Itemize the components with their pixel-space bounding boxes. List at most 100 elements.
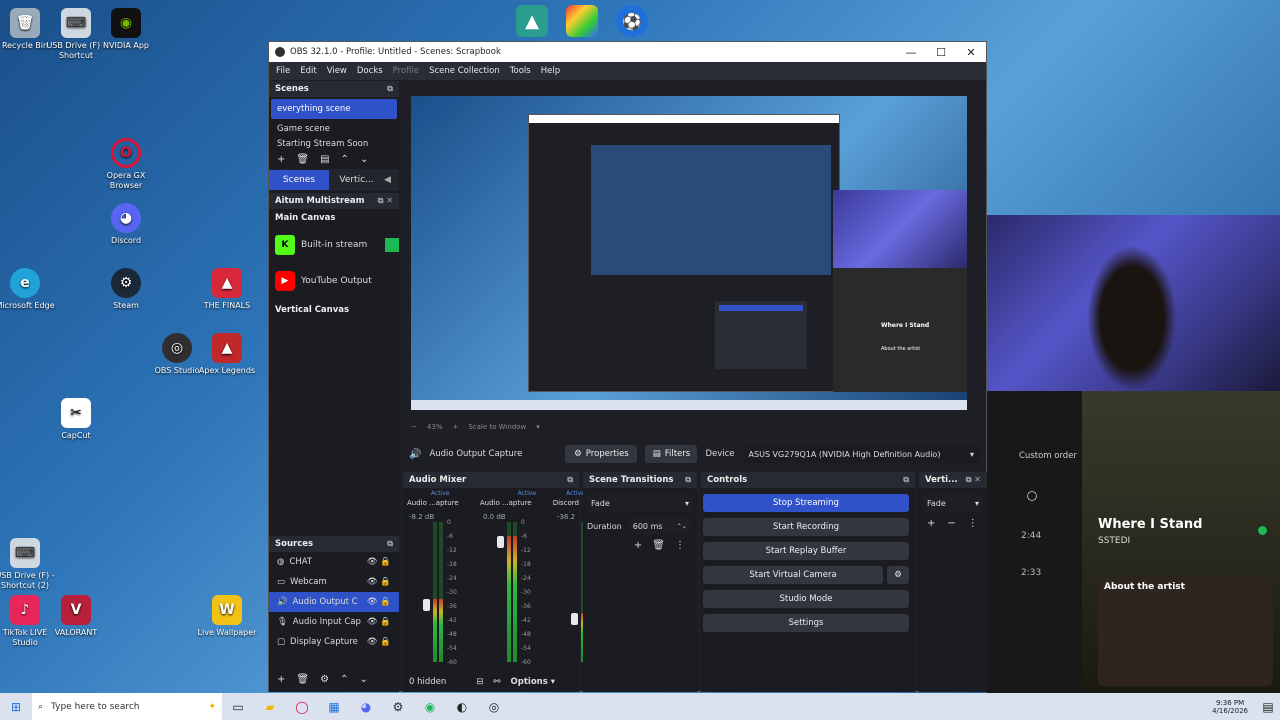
scene-item[interactable]: everything scene: [271, 99, 397, 119]
source-settings-icon[interactable]: ⚙: [320, 674, 329, 685]
custom-order-label[interactable]: Custom order: [1019, 451, 1077, 461]
dock-close-icon[interactable]: ⧉ ✕: [966, 475, 981, 485]
visibility-eye-icon[interactable]: 👁 🔒: [367, 557, 391, 567]
menu-tools[interactable]: Tools: [505, 66, 536, 76]
properties-button[interactable]: ⚙ Properties: [565, 445, 638, 463]
scene-item[interactable]: Game scene: [271, 119, 397, 139]
github-icon[interactable]: ◐: [446, 693, 478, 720]
dock-float-icon[interactable]: ⧉: [387, 539, 393, 549]
desktop-icon-the-finals[interactable]: ▲ THE FINALS: [196, 268, 258, 311]
desktop-icon-capcut[interactable]: ✂ CapCut: [45, 398, 107, 441]
menu-docks[interactable]: Docks: [352, 66, 388, 76]
remove-scene-icon[interactable]: 🗑: [296, 154, 309, 165]
source-item[interactable]: 🎙 Audio Input Cap 👁 🔒: [269, 612, 399, 632]
app-shortcut-icon[interactable]: ▲: [516, 5, 548, 37]
start-recording-button[interactable]: Start Recording: [703, 518, 909, 536]
stream-toggle[interactable]: [385, 238, 399, 252]
zoom-out-icon[interactable]: −: [411, 423, 417, 431]
spotify-taskbar-icon[interactable]: ◉: [414, 693, 446, 720]
mixer-layout-icon[interactable]: ⊟: [476, 677, 483, 687]
close-button[interactable]: ✕: [956, 46, 986, 59]
studio-mode-button[interactable]: Studio Mode: [703, 590, 909, 608]
taskbar-search[interactable]: ⌕ Type here to search ✦: [32, 693, 222, 720]
add-source-icon[interactable]: +: [277, 674, 285, 685]
output-youtube[interactable]: ▶ YouTube Output: [269, 263, 399, 299]
desktop-icon-usb-drive-2[interactable]: ⌨ USB Drive (F) - Shortcut (2): [0, 538, 56, 591]
desktop-icon-discord[interactable]: ◕ Discord: [95, 203, 157, 246]
song-title[interactable]: Where I Stand: [1098, 517, 1202, 532]
visibility-eye-icon[interactable]: 👁 🔒: [367, 637, 391, 647]
steam-taskbar-icon[interactable]: ⚙: [382, 693, 414, 720]
visibility-eye-icon[interactable]: 👁 🔒: [367, 597, 391, 607]
notification-icon[interactable]: ▤: [1256, 693, 1280, 720]
options-button[interactable]: Options ▾: [511, 677, 555, 687]
tab-scroll-left-icon[interactable]: ◀: [384, 175, 391, 185]
menu-help[interactable]: Help: [536, 66, 565, 76]
artist-name[interactable]: SSTEDI: [1098, 536, 1130, 546]
clock[interactable]: 9:36 PM 4/16/2026: [1212, 699, 1248, 715]
dock-float-icon[interactable]: ⧉: [685, 475, 691, 485]
minimize-button[interactable]: —: [896, 46, 926, 59]
volume-fader[interactable]: [423, 599, 430, 611]
scale-mode[interactable]: Scale to Window: [468, 423, 526, 431]
desktop-icon-valorant[interactable]: V VALORANT: [45, 595, 107, 638]
volume-fader[interactable]: [571, 613, 578, 625]
menu-scene-collection[interactable]: Scene Collection: [424, 66, 505, 76]
menu-view[interactable]: View: [322, 66, 352, 76]
start-replay-buffer-button[interactable]: Start Replay Buffer: [703, 542, 909, 560]
add-scene-icon[interactable]: +: [277, 154, 285, 165]
desktop-icon-opera-gx[interactable]: O Opera GX Browser: [95, 138, 157, 191]
discord-taskbar-icon[interactable]: ◕: [350, 693, 382, 720]
desktop-icon-live-wallpaper[interactable]: W Live Wallpaper: [196, 595, 258, 638]
dock-close-icon[interactable]: ⧉ ✕: [378, 196, 393, 206]
file-explorer-icon[interactable]: ▰: [254, 693, 286, 720]
vertical-transition-select[interactable]: Fade ▾: [923, 494, 983, 512]
virtual-camera-settings-icon[interactable]: ⚙: [887, 566, 909, 584]
visibility-eye-icon[interactable]: 👁 🔒: [367, 617, 391, 627]
add-transition-icon[interactable]: +: [634, 540, 642, 551]
filters-button[interactable]: ▤ Filters: [645, 445, 698, 463]
desktop-icon-steam[interactable]: ⚙ Steam: [95, 268, 157, 311]
scene-filter-icon[interactable]: ▤: [320, 154, 329, 165]
stop-streaming-button[interactable]: Stop Streaming: [703, 494, 909, 512]
tab-scenes[interactable]: Scenes: [269, 170, 329, 190]
visibility-eye-icon[interactable]: 👁 🔒: [367, 577, 391, 587]
move-up-icon[interactable]: ⌃: [341, 154, 349, 165]
task-view-icon[interactable]: ▭: [222, 693, 254, 720]
maximize-button[interactable]: ☐: [926, 46, 956, 59]
duration-input[interactable]: 600 ms ⌃⌄: [629, 518, 690, 534]
move-down-icon[interactable]: ⌄: [359, 674, 367, 685]
output-built-in-stream[interactable]: K Built-in stream: [269, 227, 399, 263]
more-options-icon[interactable]: ⋮: [675, 540, 685, 551]
device-select[interactable]: ASUS VG279Q1A (NVIDIA High Definition Au…: [742, 445, 980, 463]
desktop-icon-apex[interactable]: ▲ Apex Legends: [196, 333, 258, 376]
desktop-icon-edge[interactable]: e Microsoft Edge: [0, 268, 56, 311]
source-item[interactable]: ◍ CHAT 👁 🔒: [269, 552, 399, 572]
source-item[interactable]: ▢ Display Capture 👁 🔒: [269, 632, 399, 652]
scale-dropdown-icon[interactable]: ▾: [536, 423, 540, 431]
rocket-league-icon[interactable]: ⚽: [616, 5, 648, 37]
transition-select[interactable]: Fade ▾: [587, 494, 693, 512]
opera-gx-taskbar-icon[interactable]: ◯: [286, 693, 318, 720]
scene-item[interactable]: Starting Stream Soon: [271, 139, 397, 151]
menu-edit[interactable]: Edit: [295, 66, 321, 76]
remove-icon[interactable]: −: [947, 518, 955, 529]
add-icon[interactable]: +: [927, 518, 935, 529]
obs-taskbar-icon[interactable]: ◎: [478, 693, 510, 720]
source-item[interactable]: ▭ Webcam 👁 🔒: [269, 572, 399, 592]
dock-float-icon[interactable]: ⧉: [903, 475, 909, 485]
dock-float-icon[interactable]: ⧉: [387, 84, 393, 94]
more-options-icon[interactable]: ⋮: [968, 518, 978, 529]
start-virtual-camera-button[interactable]: Start Virtual Camera: [703, 566, 883, 584]
desktop-icon-nvidia[interactable]: ◉ NVIDIA App: [95, 8, 157, 51]
liked-check-icon[interactable]: [1258, 526, 1267, 535]
preview-canvas[interactable]: Where I Stand About the artist: [411, 96, 967, 410]
menu-profile[interactable]: Profile: [388, 66, 424, 76]
stepper-icon[interactable]: ⌃⌄: [677, 523, 687, 530]
remove-source-icon[interactable]: 🗑: [296, 674, 309, 685]
menu-file[interactable]: File: [271, 66, 295, 76]
settings-button[interactable]: Settings: [703, 614, 909, 632]
game-shortcut-icon[interactable]: [566, 5, 598, 37]
tab-vertical[interactable]: Vertic...: [329, 175, 384, 185]
dock-float-icon[interactable]: ⧉: [567, 475, 573, 485]
